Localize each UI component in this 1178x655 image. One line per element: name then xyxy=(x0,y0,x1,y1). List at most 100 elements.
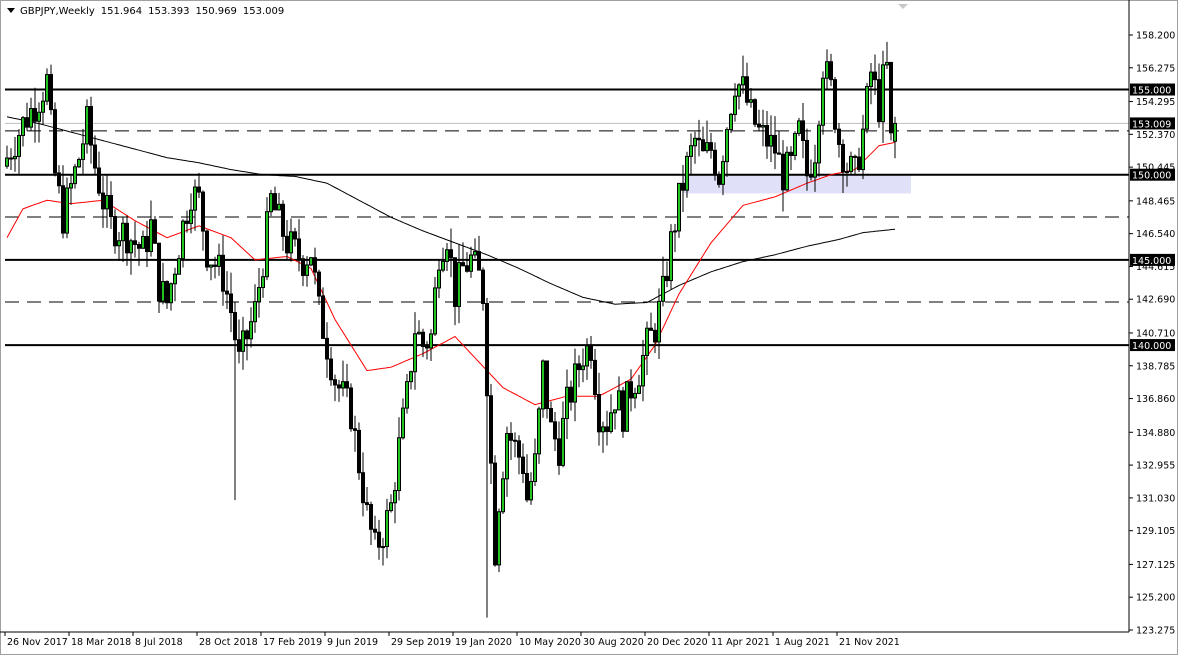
candle-bull xyxy=(581,365,585,371)
candle-bull xyxy=(429,333,433,349)
candle-bull xyxy=(705,142,709,152)
candle-bear xyxy=(461,262,465,267)
candle-bear xyxy=(517,440,521,458)
candle-bear xyxy=(829,61,833,81)
candle-bull xyxy=(813,162,817,178)
candle-bull xyxy=(501,478,505,513)
level-price-label: 140.000 xyxy=(1132,341,1171,352)
shift-marker-icon xyxy=(898,4,908,9)
candle-bear xyxy=(597,393,601,433)
candle-bear xyxy=(229,293,233,314)
candle-bear xyxy=(313,257,317,273)
candle-bull xyxy=(413,333,417,373)
candle-bear xyxy=(245,330,249,340)
candle-bull xyxy=(29,108,33,128)
candle-bear xyxy=(545,360,549,410)
candle-bear xyxy=(213,264,217,267)
level-price-label: 150.000 xyxy=(1132,171,1171,182)
price-tick-label: 142.690 xyxy=(1136,295,1175,306)
candle-bear xyxy=(421,331,425,347)
candle-bear xyxy=(425,345,429,349)
candle-bull xyxy=(677,182,681,232)
candle-bull xyxy=(405,381,409,409)
candle-bull xyxy=(457,262,461,307)
candle-bull xyxy=(249,321,253,340)
candle-bull xyxy=(169,283,173,304)
candle-bull xyxy=(761,125,765,128)
candle-bull xyxy=(177,258,181,275)
candle-bull xyxy=(561,417,565,466)
candle-bull xyxy=(497,511,501,566)
candle-bull xyxy=(241,330,245,352)
candle-bull xyxy=(441,260,445,271)
candle-bull xyxy=(181,220,185,260)
candle-bull xyxy=(733,95,737,115)
price-tick-label: 148.465 xyxy=(1136,196,1175,207)
candle-bull xyxy=(541,360,545,410)
candle-bear xyxy=(93,144,97,169)
candle-bull xyxy=(261,276,265,289)
candle-bull xyxy=(785,151,789,191)
candle-bull xyxy=(105,194,109,210)
candle-bull xyxy=(189,209,193,224)
candle-bear xyxy=(717,174,721,185)
candle-bear xyxy=(801,120,805,141)
candle-bear xyxy=(353,428,357,431)
candle-bear xyxy=(361,472,365,504)
candle-bull xyxy=(257,287,261,303)
price-tick-label: 140.710 xyxy=(1136,328,1175,339)
candle-bear xyxy=(509,433,513,441)
candle-bear xyxy=(449,249,453,259)
candle-bull xyxy=(193,186,197,211)
candle-bear xyxy=(145,236,149,253)
candle-bull xyxy=(173,273,177,285)
time-tick-label: 11 Apr 2021 xyxy=(711,637,770,648)
candle-bear xyxy=(553,421,557,440)
candle-bull xyxy=(537,408,541,455)
price-tick-label: 138.785 xyxy=(1136,361,1175,372)
candle-bull xyxy=(613,409,617,414)
candle-bear xyxy=(373,528,377,533)
time-tick-label: 9 Jun 2019 xyxy=(327,637,378,648)
time-tick-label: 26 Nov 2017 xyxy=(7,637,68,648)
candle-bear xyxy=(185,220,189,224)
candle-bear xyxy=(549,408,553,423)
candle-bull xyxy=(585,345,589,367)
candle-bear xyxy=(49,74,53,111)
time-tick-label: 10 May 2020 xyxy=(519,637,581,648)
price-tick-label: 136.860 xyxy=(1136,394,1175,405)
candle-bear xyxy=(629,381,633,399)
candle-bear xyxy=(781,153,785,191)
candle-bull xyxy=(253,301,257,323)
candle-bear xyxy=(61,185,65,234)
candle-bear xyxy=(337,384,341,389)
price-tick-label: 131.030 xyxy=(1136,493,1175,504)
candle-bull xyxy=(861,128,865,171)
current-price-label: 153.009 xyxy=(1132,119,1171,130)
candle-bear xyxy=(281,203,285,237)
candle-bull xyxy=(601,426,605,433)
candle-bull xyxy=(881,64,885,123)
candle-bear xyxy=(317,271,321,297)
candle-bear xyxy=(745,76,749,103)
candle-bull xyxy=(161,281,165,302)
candle-bull xyxy=(85,106,89,145)
candle-bull xyxy=(657,300,661,343)
candle-bear xyxy=(53,109,57,174)
candle-bear xyxy=(109,194,113,218)
price-tick-label: 152.370 xyxy=(1136,130,1175,141)
candle-bear xyxy=(853,155,857,158)
candle-bull xyxy=(149,219,153,253)
candle-bear xyxy=(649,327,653,331)
candle-bear xyxy=(789,151,793,156)
price-tick-label: 125.200 xyxy=(1136,593,1175,604)
candle-bear xyxy=(493,462,497,566)
time-tick-label: 30 Aug 2020 xyxy=(583,637,644,648)
candle-bear xyxy=(33,108,37,122)
candle-bear xyxy=(133,240,137,245)
candle-bear xyxy=(569,386,573,403)
price-chart[interactable]: 158.200156.275154.295152.370150.445148.4… xyxy=(0,0,1178,655)
candle-bull xyxy=(141,236,145,249)
candle-bear xyxy=(329,358,333,381)
time-tick-label: 19 Jan 2020 xyxy=(455,637,512,648)
